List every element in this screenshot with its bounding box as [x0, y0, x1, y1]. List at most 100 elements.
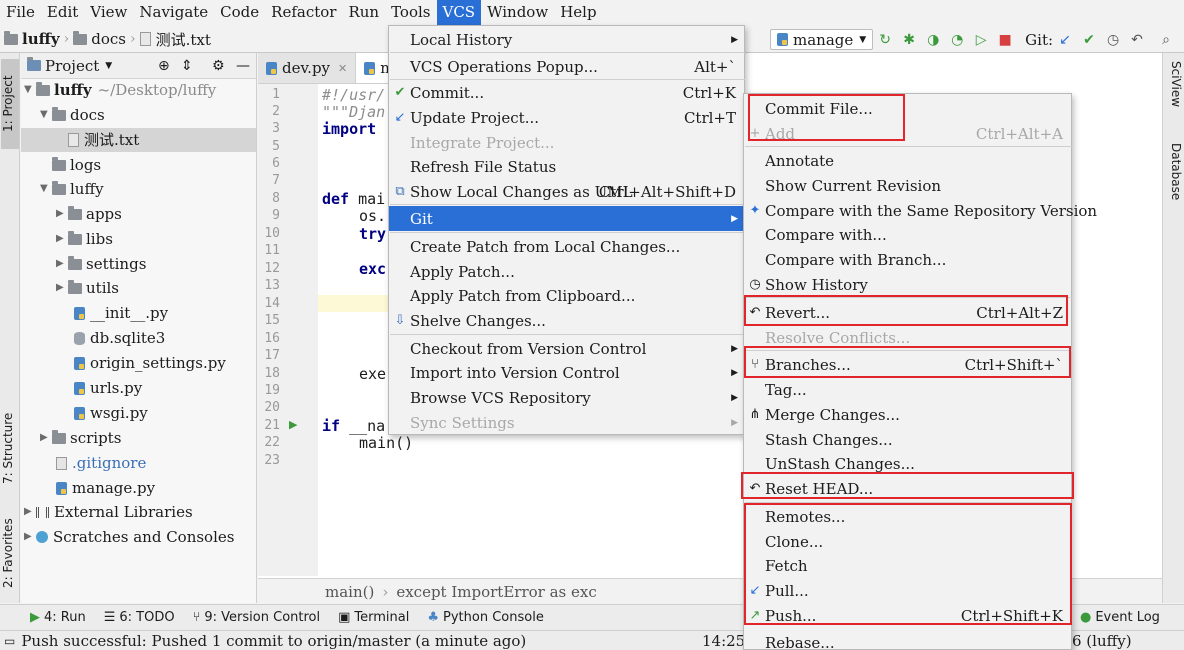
chevron-down-icon: ▼: [40, 109, 48, 120]
crumb-docs[interactable]: docs: [91, 30, 126, 48]
menu-item-compare-with[interactable]: Compare with...: [744, 222, 1071, 247]
menu-window[interactable]: Window: [481, 0, 554, 26]
menu-item-browse-vcs[interactable]: Browse VCS Repository ▶: [389, 385, 744, 410]
menu-item-show-history[interactable]: ◷ Show History: [744, 272, 1071, 297]
tab-sciview[interactable]: SciView: [1165, 61, 1183, 131]
tool-python-console[interactable]: ♣ Python Console: [427, 610, 543, 625]
git-update-icon[interactable]: ↙: [1056, 31, 1074, 49]
tab-structure-tool[interactable]: 7: Structure: [1, 403, 19, 493]
run-step-icon[interactable]: ▷: [972, 31, 990, 49]
tree-item-settings[interactable]: ▶ settings: [56, 252, 146, 276]
menu-item-compare-same-repo[interactable]: ✦ Compare with the Same Repository Versi…: [744, 198, 1098, 223]
menu-file[interactable]: File: [0, 0, 41, 26]
menu-edit[interactable]: Edit: [41, 0, 84, 26]
tree-item-scripts[interactable]: ▶ scripts: [40, 426, 121, 450]
run-icon: ▶: [30, 610, 40, 625]
menu-help[interactable]: Help: [554, 0, 602, 26]
menu-item-git[interactable]: Git ▶: [389, 206, 744, 231]
git-branch-widget[interactable]: 6 (luffy): [1072, 632, 1132, 650]
menu-run[interactable]: Run: [342, 0, 385, 26]
tree-item-logs[interactable]: logs: [52, 153, 101, 177]
menu-item-merge-changes[interactable]: ⋔ Merge Changes...: [744, 402, 1071, 427]
tree-item-manage-py[interactable]: manage.py: [56, 476, 155, 500]
rerun-icon[interactable]: ↻: [876, 31, 894, 49]
menu-item-checkout-vcs[interactable]: Checkout from Version Control ▶: [389, 336, 744, 361]
tree-item-urls-py[interactable]: urls.py: [74, 376, 142, 400]
close-icon[interactable]: ✕: [338, 62, 347, 75]
git-revert-icon[interactable]: ↶: [1128, 31, 1146, 49]
stop-icon[interactable]: ■: [996, 31, 1014, 49]
menu-item-local-history[interactable]: Local History ▶: [389, 27, 744, 52]
breadcrumb-except[interactable]: except ImportError as exc: [396, 583, 596, 601]
tree-item-gitignore[interactable]: .gitignore: [56, 451, 146, 475]
tab-favorites-tool[interactable]: 2: Favorites: [1, 508, 19, 598]
project-view-select[interactable]: Project: [45, 57, 99, 75]
tree-item-luffy-pkg[interactable]: ▼ luffy: [40, 177, 104, 201]
tree-item-project-root[interactable]: ▼ luffy ~/Desktop/luffy: [24, 78, 216, 102]
menu-item-refresh-file-status[interactable]: Refresh File Status: [389, 154, 744, 179]
menu-item-apply-patch[interactable]: Apply Patch...: [389, 259, 744, 284]
menu-view[interactable]: View: [84, 0, 133, 26]
python-file-icon: [364, 61, 376, 75]
tool-run[interactable]: ▶ 4: Run: [30, 610, 86, 625]
run-gutter-icon[interactable]: ▶: [289, 418, 297, 431]
run-config-select[interactable]: manage ▼: [770, 29, 874, 50]
menu-code[interactable]: Code: [214, 0, 265, 26]
menu-item-commit[interactable]: ✔ Commit... Ctrl+K: [389, 80, 744, 105]
status-message[interactable]: Push successful: Pushed 1 commit to orig…: [21, 632, 526, 650]
menu-navigate[interactable]: Navigate: [133, 0, 214, 26]
tree-item-utils[interactable]: ▶ utils: [56, 276, 119, 300]
crumb-file[interactable]: 测试.txt: [156, 29, 211, 50]
tab-project-tool[interactable]: 1: Project: [1, 59, 19, 149]
locate-target-icon[interactable]: ⊕: [158, 58, 170, 74]
tree-item-wsgi-py[interactable]: wsgi.py: [74, 401, 148, 425]
menu-item-compare-branch[interactable]: Compare with Branch...: [744, 247, 1071, 272]
tool-event-log[interactable]: ● Event Log: [1080, 610, 1160, 625]
tree-item-db-sqlite[interactable]: db.sqlite3: [74, 326, 165, 350]
git-history-icon[interactable]: ◷: [1104, 31, 1122, 49]
tab-database[interactable]: Database: [1165, 143, 1183, 223]
profile-icon[interactable]: ◔: [948, 31, 966, 49]
menu-item-show-current-revision[interactable]: Show Current Revision: [744, 173, 1071, 198]
tree-item-libs[interactable]: ▶ libs: [56, 227, 113, 251]
git-commit-icon[interactable]: ✔: [1080, 31, 1098, 49]
menu-item-tag[interactable]: Tag...: [744, 377, 1071, 402]
tree-item-apps[interactable]: ▶ apps: [56, 202, 122, 226]
tree-item-external-libraries[interactable]: ▶ External Libraries: [24, 500, 193, 524]
debug-bug-icon[interactable]: ✱: [900, 31, 918, 49]
menu-item-vcs-operations-popup[interactable]: VCS Operations Popup... Alt+`: [389, 54, 744, 79]
menu-item-stash-changes[interactable]: Stash Changes...: [744, 427, 1071, 452]
tree-item-docs[interactable]: ▼ docs: [40, 103, 105, 127]
gear-icon[interactable]: ⚙: [212, 58, 225, 74]
hide-panel-icon[interactable]: —: [236, 58, 250, 74]
menu-item-create-patch[interactable]: Create Patch from Local Changes...: [389, 234, 744, 259]
tree-item-init-py[interactable]: __init__.py: [74, 301, 168, 325]
menu-vcs[interactable]: VCS: [436, 0, 482, 26]
chevron-right-icon: ▶: [24, 531, 32, 542]
search-icon[interactable]: ⌕: [1157, 31, 1175, 49]
menu-item-show-local-changes-uml[interactable]: ⧉ Show Local Changes as UML Ctrl+Alt+Shi…: [389, 179, 744, 204]
tool-todo[interactable]: ☰ 6: TODO: [104, 610, 175, 625]
menu-tools[interactable]: Tools: [385, 0, 436, 26]
tool-terminal[interactable]: ▣ Terminal: [338, 610, 409, 625]
tree-item-scratches[interactable]: ▶ Scratches and Consoles: [24, 525, 234, 549]
tool-version-control[interactable]: ⑂ 9: Version Control: [193, 610, 321, 625]
caret-position[interactable]: 14:25: [702, 632, 745, 650]
menu-item-update-project[interactable]: ↙ Update Project... Ctrl+T: [389, 105, 744, 130]
collapse-all-icon[interactable]: ⇕: [181, 58, 193, 74]
tree-item-origin-settings[interactable]: origin_settings.py: [74, 351, 226, 375]
menu-item-annotate[interactable]: Annotate: [744, 148, 1071, 173]
menu-separator: [745, 146, 1072, 147]
tree-item-test-txt[interactable]: 测试.txt: [21, 128, 256, 152]
tab-dev-py[interactable]: dev.py ✕: [258, 53, 357, 83]
menu-refactor[interactable]: Refactor: [265, 0, 342, 26]
crumb-project[interactable]: luffy: [22, 30, 60, 48]
chevron-down-icon[interactable]: ▼: [105, 61, 112, 71]
menu-item-rebase[interactable]: Rebase...: [744, 630, 1071, 650]
menu-item-import-vcs[interactable]: Import into Version Control ▶: [389, 360, 744, 385]
folder-icon: [4, 30, 18, 45]
menu-item-apply-patch-clipboard[interactable]: Apply Patch from Clipboard...: [389, 283, 744, 308]
menu-item-shelve-changes[interactable]: ⇩ Shelve Changes...: [389, 308, 744, 333]
coverage-icon[interactable]: ◑: [924, 31, 942, 49]
breadcrumb-function[interactable]: main(): [325, 583, 374, 601]
